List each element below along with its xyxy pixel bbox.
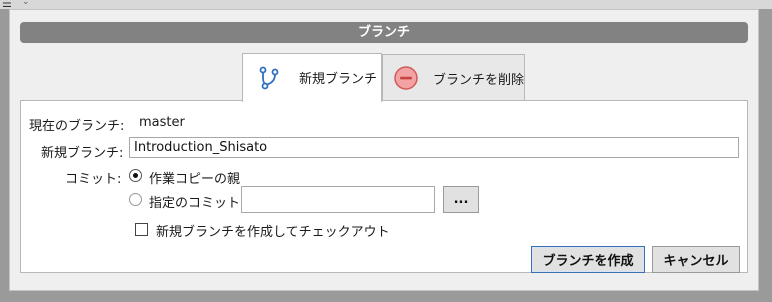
radio-specified-commit-label[interactable]: 指定のコミット: bbox=[149, 192, 244, 211]
delete-minus-icon bbox=[393, 65, 419, 95]
radio-specified-commit[interactable] bbox=[129, 193, 142, 206]
checkout-checkbox[interactable] bbox=[135, 223, 148, 236]
branch-dialog: ブランチ 新規ブランチ ブランチを削除 現在のブランチ: master 新規ブラ… bbox=[9, 9, 759, 291]
create-branch-button[interactable]: ブランチを作成 bbox=[531, 246, 645, 273]
radio-working-copy-parent[interactable] bbox=[129, 169, 142, 182]
cancel-button[interactable]: キャンセル bbox=[652, 246, 740, 273]
new-branch-name-input[interactable] bbox=[129, 137, 739, 158]
new-branch-panel: 現在のブランチ: master 新規ブランチ: コミット: 作業コピーの親 指定… bbox=[20, 100, 748, 273]
commit-label: コミット: bbox=[65, 172, 122, 187]
tab-delete-branch-label: ブランチを削除 bbox=[433, 73, 525, 88]
branch-icon bbox=[257, 65, 283, 95]
tab-new-branch[interactable]: 新規ブランチ bbox=[242, 53, 382, 102]
browse-commit-button[interactable]: ... bbox=[443, 186, 479, 213]
radio-working-copy-label[interactable]: 作業コピーの親 bbox=[149, 168, 240, 187]
checkout-checkbox-label[interactable]: 新規ブランチを作成してチェックアウト bbox=[156, 221, 390, 240]
tab-new-branch-label: 新規ブランチ bbox=[299, 72, 378, 87]
new-branch-label: 新規ブランチ: bbox=[41, 146, 124, 161]
dialog-title: ブランチ bbox=[20, 22, 748, 43]
current-branch-value: master bbox=[139, 115, 185, 130]
current-branch-label: 現在のブランチ: bbox=[29, 119, 125, 134]
chevron-down-icon[interactable]: ⌄ bbox=[22, 0, 30, 7]
tab-delete-branch[interactable]: ブランチを削除 bbox=[382, 54, 525, 101]
top-toolbar-strip: ☰ ⌄ bbox=[0, 0, 772, 10]
specified-commit-input[interactable] bbox=[241, 186, 435, 213]
